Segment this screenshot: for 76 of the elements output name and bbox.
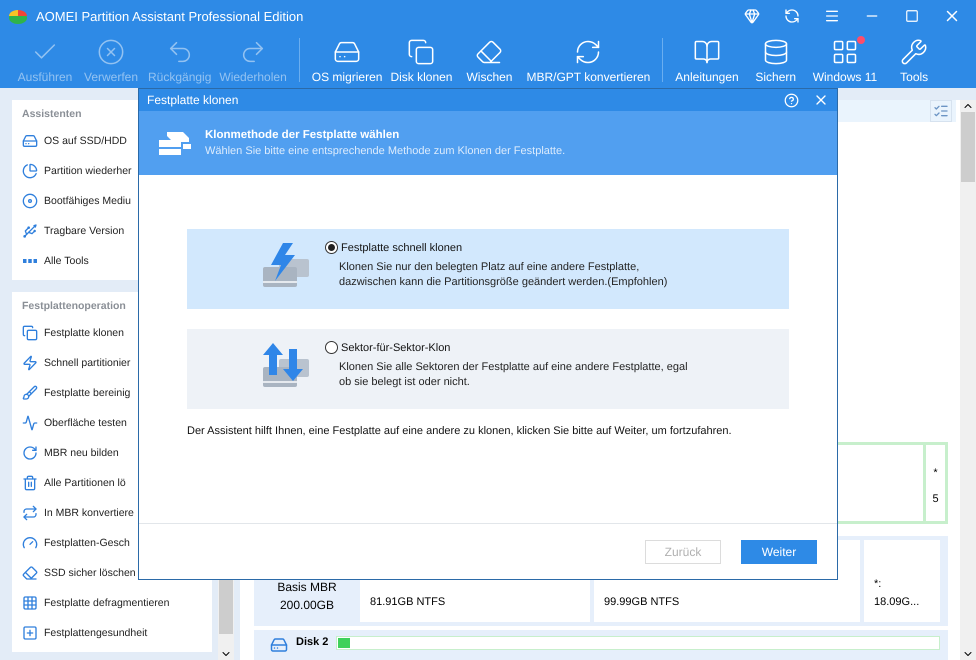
disk-type: Basis MBR [277, 580, 337, 594]
option-description: Klonen Sie alle Sektoren der Festplatte auf eine andere Festplatte, egal ob sie belegt ist oder nicht. [339, 360, 688, 390]
partition-label: *: [874, 578, 882, 590]
sidebar-item[interactable]: Festplatte defragmentieren [12, 588, 212, 618]
toolbar-button[interactable]: Tools [881, 32, 948, 88]
toolbar-button[interactable]: Wischen [456, 32, 522, 88]
usb-icon [22, 223, 38, 239]
grid-icon [22, 595, 38, 611]
toolbar-button[interactable]: Windows 11 [808, 32, 882, 88]
option-description: Klonen Sie nur den belegten Platz auf eine andere Festplatte, dazwischen kann die Partitionsgröße geändert werden.(Empfohlen) [339, 260, 668, 290]
refresh-icon [574, 38, 602, 66]
toolbar-button[interactable]: Disk klonen [386, 32, 456, 88]
trash-icon [22, 475, 38, 491]
rotate-icon [22, 445, 38, 461]
app-logo-icon [8, 7, 28, 25]
next-button[interactable]: Weiter [741, 540, 817, 564]
more-icon [22, 259, 38, 263]
partition-info: 99.99GB NTFS [604, 596, 680, 608]
sidebar-item[interactable]: Festplatten-Gesch [12, 528, 212, 558]
toolbar-button[interactable]: Anleitungen [671, 32, 743, 88]
toolbar-button[interactable]: MBR/GPT konvertieren [522, 32, 654, 88]
eraser-icon [475, 38, 504, 66]
partition-info: 18.09G... [874, 596, 920, 608]
drive-icon [270, 636, 288, 654]
dialog-title: Festplatte klonen [147, 93, 240, 107]
pulse-icon [22, 415, 38, 431]
disk-name: Disk 2 [296, 636, 328, 648]
sidebar-item[interactable]: SSD sicher löschen [12, 558, 212, 588]
sidebar-item[interactable]: In MBR konvertiere [12, 498, 212, 528]
drives-icon [159, 130, 191, 156]
sidebar-item[interactable]: Alle Partitionen lö [12, 468, 212, 498]
sidebar-item[interactable]: Festplattengesundheit [12, 618, 212, 648]
brush-icon [22, 385, 38, 401]
clone-option[interactable]: Sektor-für-Sektor-Klon Klonen Sie alle Sektoren der Festplatte auf eine andere Festplatte, egal ob sie belegt ist oder nicht. [187, 329, 789, 409]
book-icon [692, 38, 721, 66]
cancel-icon [97, 38, 125, 66]
scroll-thumb[interactable] [219, 578, 233, 634]
disk-size: 200.00GB [280, 598, 334, 612]
list-view-icon[interactable] [930, 100, 952, 122]
dialog-subheading: Wählen Sie bitte eine entsprechende Methode zum Klonen der Festplatte. [205, 145, 566, 157]
section-title: Festplattenoperation [21, 300, 127, 314]
sidebar-item[interactable]: Partition wiederher [12, 156, 212, 186]
copy-icon [22, 325, 38, 341]
partition-card[interactable]: *: 18.09G... [864, 540, 940, 622]
notification-dot [857, 36, 866, 44]
sidebar-item[interactable]: MBR neu bilden [12, 438, 212, 468]
hint-text: Der Assistent hilft Ihnen, eine Festplatte auf eine andere zu klonen, klicken Sie bitte auf Weiter, um fortzufahren. [187, 425, 733, 437]
pie-chart-icon [22, 163, 38, 179]
toolbar-button[interactable]: Sichern [742, 32, 809, 88]
radio-button[interactable] [325, 341, 338, 354]
gauge-icon [22, 535, 38, 551]
section-title: Assistenten [21, 108, 83, 122]
partition-text: * [933, 467, 938, 479]
scroll-thumb[interactable] [961, 112, 975, 182]
help-icon[interactable] [784, 92, 799, 108]
scrollbar[interactable] [960, 100, 976, 660]
clone-option[interactable]: Festplatte schnell klonen Klonen Sie nur den belegten Platz auf eine andere Festplatte, dazwischen kann die Partitionsgröße geändert werden.(Empfohlen) [187, 229, 789, 309]
copy-icon [407, 38, 436, 66]
disc-icon [22, 193, 38, 209]
sidebar-item[interactable]: Bootfähiges Mediu [12, 186, 212, 216]
radio-button[interactable] [325, 241, 338, 254]
partition-info: 81.91GB NTFS [370, 596, 446, 608]
drive-icon [22, 133, 38, 149]
plus-icon [22, 625, 38, 641]
wrench-icon [900, 38, 928, 66]
window-title: AOMEI Partition Assistant Professional Edition [36, 8, 304, 24]
grid-icon [830, 38, 859, 66]
repeat-icon [22, 505, 38, 521]
radio-option[interactable]: Festplatte schnell klonen [325, 241, 668, 254]
database-icon [762, 38, 790, 66]
toolbar-button[interactable]: OS migrieren [308, 32, 386, 88]
radio-option[interactable]: Sektor-für-Sektor-Klon [325, 341, 688, 354]
partition-text: 5 [932, 493, 939, 505]
eraser-icon [22, 565, 38, 581]
bolt-icon [22, 355, 38, 371]
dialog-heading: Klonmethode der Festplatte wählen [205, 129, 400, 141]
